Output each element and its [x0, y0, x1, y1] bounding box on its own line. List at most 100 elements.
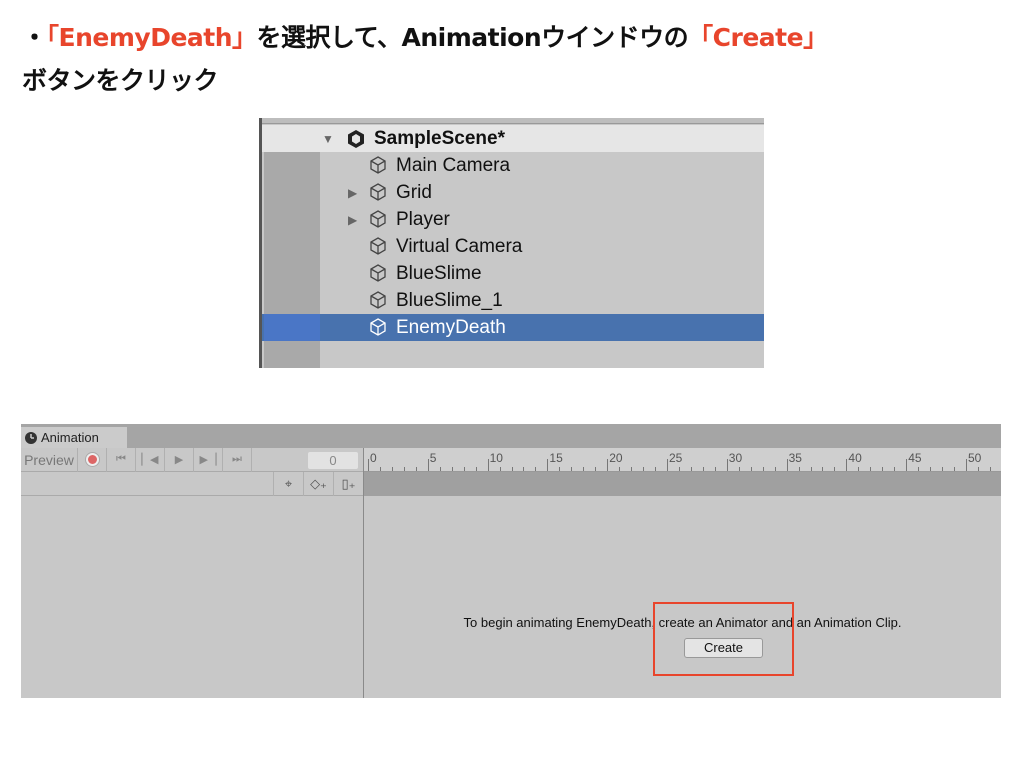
hierarchy-panel: ▼ SampleScene* Main Camera ▶ Grid ▶ Player Vi… — [259, 118, 764, 368]
ruler-label: 25 — [669, 451, 683, 465]
selection-gutter — [264, 314, 320, 341]
ruler-tick — [619, 467, 621, 471]
expand-down-icon[interactable]: ▼ — [322, 132, 334, 146]
ruler-tick — [487, 459, 489, 471]
timeline-ruler[interactable]: 0 5 10 15 20 25 30 35 40 45 50 — [364, 448, 1001, 472]
ruler-tick — [499, 467, 501, 471]
ruler-label: 15 — [549, 451, 563, 465]
ruler-label: 40 — [848, 451, 862, 465]
hierarchy-item[interactable]: BlueSlime — [262, 260, 764, 287]
ruler-tick — [559, 467, 561, 471]
instruction-line-1: ・「EnemyDeath」を選択して、Animationウインドウの「Creat… — [22, 18, 828, 54]
expand-right-icon[interactable]: ▶ — [348, 213, 357, 227]
first-key-button[interactable]: ⏮ — [107, 447, 136, 472]
highlight-create: 「Create」 — [688, 23, 828, 52]
hierarchy-item-label: BlueSlime_1 — [396, 289, 503, 311]
ruler-tick — [966, 459, 967, 471]
hierarchy-item[interactable]: Virtual Camera — [262, 233, 764, 260]
ruler-tick — [595, 467, 597, 471]
play-icon: ▶ — [174, 454, 184, 466]
next-frame-icon: ▶▕ — [199, 454, 217, 466]
ruler-tick — [667, 459, 668, 471]
hierarchy-item-label: Main Camera — [396, 154, 511, 176]
instruction-text: を選択して、Animationウインドウの — [256, 23, 689, 52]
ruler-tick — [391, 467, 393, 471]
ruler-tick — [403, 467, 405, 471]
ruler-label: 0 — [370, 451, 377, 465]
hierarchy-item[interactable]: Main Camera — [262, 152, 764, 179]
ruler-tick — [810, 467, 812, 471]
preview-button[interactable]: Preview — [21, 447, 78, 472]
crosshair-icon: ⌖ — [284, 476, 293, 491]
skip-start-icon: ⏮ — [116, 453, 126, 465]
ruler-tick — [475, 467, 477, 471]
add-keyframe-icon: ◇₊ — [310, 476, 327, 491]
gameobject-cube-icon — [370, 156, 386, 174]
ruler-tick — [954, 467, 956, 471]
hierarchy-item[interactable]: BlueSlime_1 — [262, 287, 764, 314]
add-event-button[interactable]: ▯₊ — [333, 472, 363, 496]
gameobject-cube-icon — [370, 183, 386, 201]
instruction-line-2: ボタンをクリック — [22, 66, 219, 95]
add-event-icon: ▯₊ — [341, 476, 356, 491]
ruler-tick — [690, 467, 692, 471]
ruler-label: 45 — [908, 451, 922, 465]
ruler-tick — [379, 467, 381, 471]
ruler-tick — [906, 459, 908, 471]
hierarchy-item-label: EnemyDeath — [396, 316, 506, 338]
expand-right-icon[interactable]: ▶ — [348, 186, 357, 200]
hierarchy-item[interactable]: ▶ Player — [262, 206, 764, 233]
unity-scene-icon — [348, 129, 364, 148]
ruler-tick — [774, 467, 776, 471]
gameobject-cube-icon — [370, 291, 386, 309]
ruler-tick — [750, 467, 752, 471]
scene-row[interactable]: ▼ SampleScene* — [262, 125, 764, 152]
gameobject-cube-icon — [370, 210, 386, 228]
ruler-tick — [977, 467, 979, 471]
clock-icon — [25, 431, 37, 444]
animation-window: Animation Preview ⏮ ▏◀ ▶ ▶▕ ⏭ 0 ⌖ ◇₊ ▯₊ … — [21, 424, 1001, 698]
play-button[interactable]: ▶ — [165, 447, 194, 472]
ruler-tick — [463, 467, 465, 471]
ruler-tick — [643, 467, 645, 471]
ruler-tick — [714, 467, 716, 471]
ruler-tick — [607, 459, 609, 471]
hierarchy-item[interactable]: EnemyDeath — [262, 314, 764, 341]
last-key-button[interactable]: ⏭ — [223, 447, 252, 472]
highlight-enemydeath: 「EnemyDeath」 — [46, 23, 258, 52]
next-key-button[interactable]: ▶▕ — [194, 447, 223, 472]
ruler-tick — [726, 459, 728, 471]
ruler-tick — [702, 467, 704, 471]
hierarchy-item-label: Grid — [396, 181, 432, 203]
ruler-tick — [439, 467, 441, 471]
animation-toolbar-2: ⌖ ◇₊ ▯₊ — [21, 472, 363, 496]
ruler-label: 50 — [968, 451, 982, 465]
ruler-tick — [451, 467, 453, 471]
ruler-tick — [738, 467, 740, 471]
ruler-tick — [894, 467, 896, 471]
ruler-tick — [942, 467, 944, 471]
record-icon — [85, 453, 99, 466]
ruler-tick — [846, 459, 848, 471]
frame-field[interactable]: 0 — [308, 452, 358, 469]
ruler-tick — [523, 467, 525, 471]
hierarchy-topbar — [262, 118, 764, 124]
ruler-tick — [368, 459, 369, 471]
ruler-tick — [989, 467, 991, 471]
prev-key-button[interactable]: ▏◀ — [136, 447, 165, 472]
prev-frame-icon: ▏◀ — [141, 454, 159, 466]
tab-animation[interactable]: Animation — [21, 427, 127, 448]
add-keyframe-button[interactable]: ◇₊ — [303, 472, 333, 496]
skip-end-icon: ⏭ — [232, 453, 242, 465]
ruler-tick — [786, 459, 788, 471]
ruler-tick — [834, 467, 836, 471]
hierarchy-item-label: Virtual Camera — [396, 235, 523, 257]
ruler-tick — [678, 467, 680, 471]
tab-label: Animation — [41, 430, 99, 445]
record-button[interactable] — [78, 447, 107, 472]
filter-button[interactable]: ⌖ — [273, 472, 303, 496]
ruler-tick — [762, 467, 764, 471]
gameobject-cube-icon — [370, 264, 386, 282]
hierarchy-item[interactable]: ▶ Grid — [262, 179, 764, 206]
ruler-tick — [427, 459, 429, 471]
